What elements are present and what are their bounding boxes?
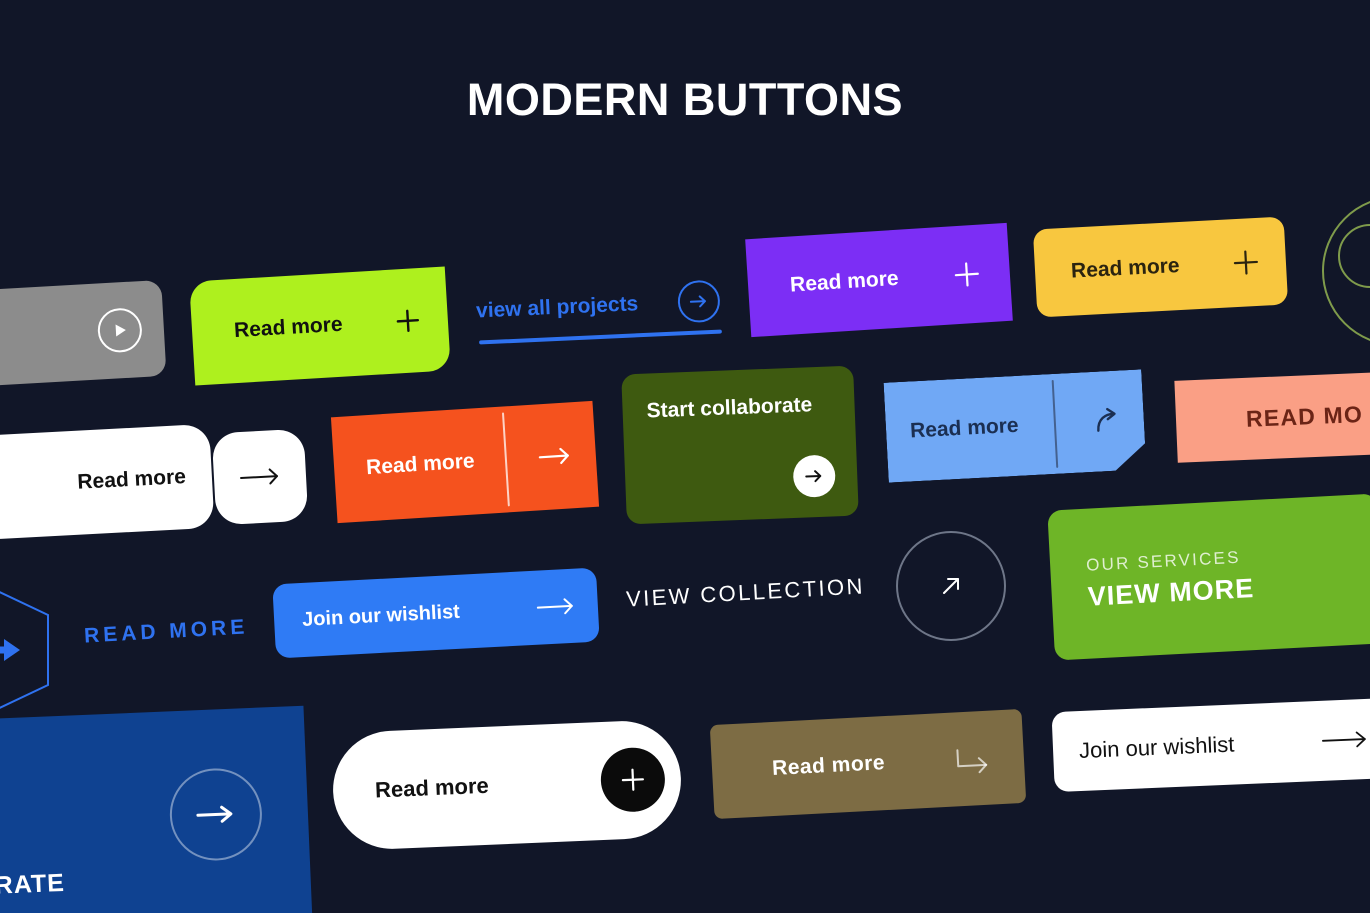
purple-read-more-button[interactable]: Read more [745, 222, 1013, 338]
read-more-text-label: READ MORE [83, 615, 249, 648]
plus-icon [393, 306, 423, 336]
salmon-read-more-label: READ MO [1245, 400, 1364, 432]
lightblue-read-more-label: Read more [909, 413, 1020, 443]
lime-read-more-button[interactable]: Read more [189, 266, 451, 386]
darkblue-collaborate-label: RATE [0, 868, 66, 900]
our-services-eyebrow: OUR SERVICES [1085, 547, 1242, 575]
lightblue-read-more-button[interactable]: Read more [884, 369, 1147, 482]
white-join-wishlist-label: Join our wishlist [1078, 731, 1235, 764]
start-collaborate-label: Start collaborate [646, 393, 813, 423]
play-circle-icon [96, 307, 144, 354]
start-collaborate-card[interactable]: Start collaborate [621, 365, 859, 525]
corner-down-right-arrow-icon [953, 743, 993, 775]
arrow-right-icon [537, 445, 572, 467]
lightblue-button-divider [1052, 380, 1059, 468]
read-more-text-link[interactable]: READ MORE [83, 615, 248, 648]
khaki-read-more-label: Read more [771, 751, 886, 781]
lime-read-more-label: Read more [233, 312, 344, 343]
arrow-right-icon [1320, 729, 1369, 751]
blue-join-wishlist-label: Join our wishlist [301, 600, 461, 631]
yellow-read-more-button[interactable]: Read more [1032, 216, 1289, 318]
plus-circle-icon[interactable] [599, 746, 667, 814]
white-split-read-more-button[interactable]: Read more [0, 423, 215, 541]
buttons-showcase-canvas: MODERN BUTTONS video Read more view all … [0, 0, 1370, 913]
our-services-label: VIEW MORE [1087, 572, 1255, 612]
white-split-read-more-label: Read more [76, 465, 187, 494]
yellow-read-more-label: Read more [1070, 254, 1181, 283]
plus-icon [951, 259, 983, 291]
khaki-read-more-button[interactable]: Read more [709, 708, 1027, 820]
page-title: MODERN BUTTONS [466, 74, 904, 125]
arrow-right-icon [239, 467, 282, 487]
white-join-wishlist-button[interactable]: Join our wishlist [1051, 697, 1370, 793]
orange-read-more-label: Read more [365, 449, 476, 480]
salmon-read-more-button[interactable]: READ MO [1174, 371, 1370, 463]
video-button[interactable]: video [0, 279, 167, 391]
arrow-right-circle-icon[interactable] [792, 454, 837, 498]
arrow-right-circle-icon [676, 279, 721, 324]
view-collection-link[interactable]: VIEW COLLECTION [625, 573, 865, 612]
white-split-arrow-button[interactable] [211, 428, 309, 526]
blue-join-wishlist-button[interactable]: Join our wishlist [272, 567, 600, 659]
white-pill-read-more-label: Read more [374, 772, 490, 803]
purple-read-more-label: Read more [789, 266, 900, 297]
plus-icon [1231, 248, 1260, 277]
darkblue-collaborate-card[interactable]: RATE [0, 705, 313, 913]
orange-button-divider [502, 412, 511, 507]
white-pill-read-more-button[interactable]: Read more [330, 718, 684, 852]
share-arrow-icon [1091, 405, 1123, 437]
our-services-card[interactable]: OUR SERVICES VIEW MORE [1047, 493, 1370, 661]
arrow-right-icon [535, 597, 576, 617]
view-all-projects-label: view all projects [475, 292, 639, 323]
orange-read-more-button[interactable]: Read more [330, 400, 600, 524]
view-collection-label: VIEW COLLECTION [625, 573, 866, 612]
arrow-right-circle-icon[interactable] [168, 766, 264, 863]
decorative-hexagon [0, 575, 66, 725]
arrow-up-right-circle-icon[interactable] [896, 531, 1006, 641]
